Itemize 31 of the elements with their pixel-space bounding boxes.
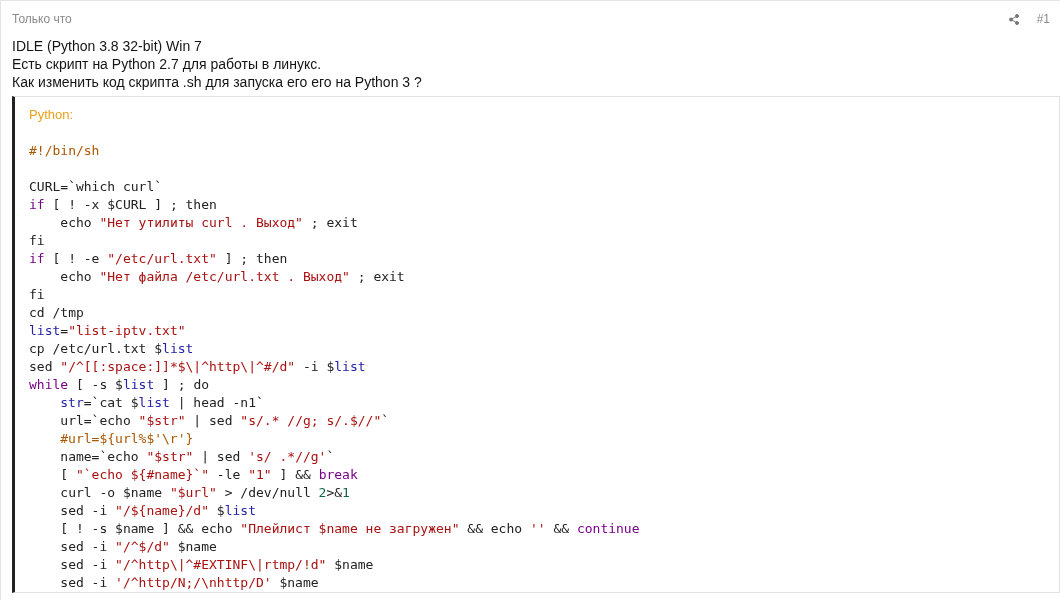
code-line: if [ ! -e "/etc/url.txt" ] ; then (29, 250, 288, 268)
code-line: fi (29, 232, 45, 250)
code-line: str=`cat $list | head -n1` (60, 394, 264, 412)
code-line: #!/bin/sh (29, 142, 100, 160)
share-icon[interactable] (1008, 13, 1019, 25)
code-line: echo "Нет утилиты curl . Выход" ; exit (59, 214, 358, 232)
post-text: IDLE (Python 3.8 32-bit) Win 7 (12, 37, 203, 55)
post-number[interactable]: #1 (1036, 12, 1050, 26)
code-line: sed "/^[[:space:]]*$\|^http\|^#/d" -i $list (29, 358, 366, 376)
code-line: echo "Нет файла /etc/url.txt . Выход" ; exit (59, 268, 405, 286)
code-line: cp /etc/url.txt $list (29, 340, 194, 358)
code-line: CURL=`which curl` (29, 178, 163, 196)
code-language: Python: (29, 107, 75, 122)
code-line: name=`echo "$str" | sed 's/ .*//g'` (59, 448, 335, 466)
code-line: sed -i '/^http/N;/\nhttp/D' $name (59, 574, 319, 592)
code-line: curl -o $name "$url" > /dev/null 2>&1 (59, 484, 350, 502)
post-text: Есть скрипт на Python 2.7 для работы в линукс. (12, 55, 323, 73)
code-line: sed -i "/${name}/d" $list (59, 502, 256, 520)
post-time: Только что (12, 12, 73, 26)
code-line: #url=${url%$'\r'} (60, 430, 194, 448)
code-line: cd /tmp (29, 304, 84, 322)
code-line: list="list-iptv.txt" (29, 322, 186, 340)
code-line: fi (29, 286, 45, 304)
code-line: sed -i "/^http\|^#EXTINF\|rtmp/!d" $name (59, 556, 374, 574)
code-line: url=`echo "$str" | sed "s/.* //g; s/.$//"` (59, 412, 390, 430)
code-line: sed -i "/^$/d" $name (59, 538, 217, 556)
post-text: Как изменить код скрипта .sh для запуска его его на Python 3 ? (12, 73, 423, 91)
code-line: while [ -s $list ] ; do (29, 376, 210, 394)
code-line: [ ! -s $name ] && echo "Плейлист $name не загружен" && echo '' && continue (59, 520, 640, 538)
code-line: [ "`echo ${#name}`" -le "1" ] && break (59, 466, 358, 484)
code-line: if [ ! -x $CURL ] ; then (29, 196, 217, 214)
